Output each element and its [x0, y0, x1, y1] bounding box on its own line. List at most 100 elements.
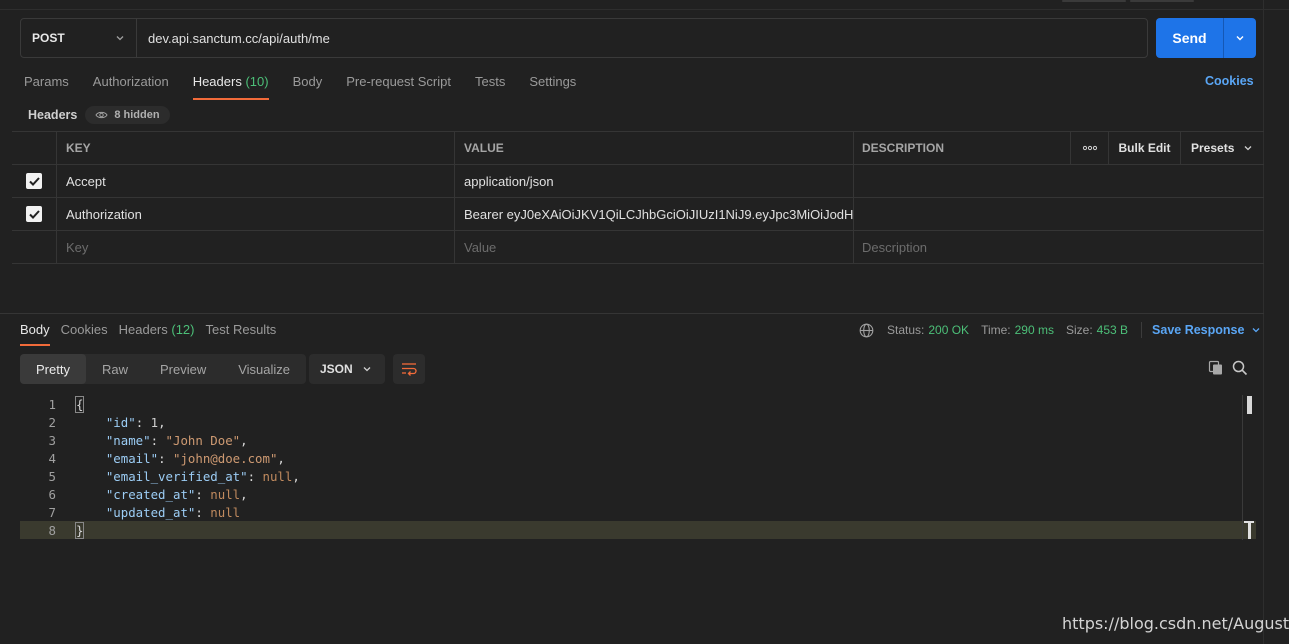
- eye-icon: [95, 111, 108, 119]
- table-row: Authorization Bearer eyJ0eXAiOiJKV1QiLCJ…: [12, 198, 1264, 231]
- new-value-input[interactable]: Value: [455, 231, 854, 263]
- presets-dropdown[interactable]: Presets: [1181, 132, 1264, 164]
- more-options-button[interactable]: [1071, 132, 1109, 164]
- hidden-headers-toggle[interactable]: 8 hidden: [85, 106, 170, 124]
- tab-authorization[interactable]: Authorization: [93, 70, 169, 100]
- bulk-edit-button[interactable]: Bulk Edit: [1109, 132, 1181, 164]
- size-value[interactable]: 453 B: [1097, 323, 1128, 337]
- format-label: JSON: [320, 362, 353, 376]
- save-response-label: Save Response: [1152, 323, 1245, 337]
- view-raw[interactable]: Raw: [86, 354, 144, 384]
- view-preview[interactable]: Preview: [144, 354, 222, 384]
- chevron-down-icon: [1244, 146, 1252, 151]
- response-body-editor[interactable]: 1{ 2 "id": 1, 3 "name": "John Doe", 4 "e…: [20, 395, 1256, 539]
- check-icon: [28, 176, 40, 186]
- code-line-current: 8}: [20, 521, 1256, 539]
- send-button[interactable]: Send: [1156, 18, 1223, 58]
- view-pretty[interactable]: Pretty: [20, 354, 86, 384]
- tab-body[interactable]: Body: [293, 70, 323, 100]
- header-description-cell[interactable]: [854, 165, 1264, 197]
- send-options-button[interactable]: [1223, 18, 1256, 58]
- new-key-input[interactable]: Key: [57, 231, 455, 263]
- line-number: 7: [48, 504, 56, 520]
- url-input[interactable]: dev.api.sanctum.cc/api/auth/me: [137, 19, 1147, 57]
- tab-params[interactable]: Params: [24, 70, 69, 100]
- chevron-down-icon: [1236, 36, 1244, 41]
- line-number: 8: [48, 522, 56, 538]
- chevron-down-icon: [1252, 328, 1260, 333]
- header-description-cell[interactable]: [854, 198, 1264, 230]
- headers-section-title: Headers: [28, 108, 78, 122]
- code-line: 7 "updated_at": null: [20, 503, 1256, 521]
- empty-checkbox-cell: [12, 231, 57, 263]
- code-line: 4 "email": "john@doe.com",: [20, 449, 1256, 467]
- wrap-lines-button[interactable]: [393, 354, 425, 384]
- code-text: "email_verified_at": null,: [105, 468, 300, 484]
- line-number: 4: [48, 450, 56, 466]
- tab-test-results[interactable]: Test Results: [206, 318, 277, 346]
- row-checkbox[interactable]: [12, 198, 57, 230]
- status-value[interactable]: 200 OK: [928, 323, 969, 337]
- more-horizontal-icon: [1082, 145, 1097, 151]
- globe-icon[interactable]: [859, 323, 874, 338]
- header-value-cell[interactable]: Bearer eyJ0eXAiOiJKV1QiLCJhbGciOiJIUzI1N…: [455, 198, 854, 230]
- code-line: 2 "id": 1,: [20, 413, 1256, 431]
- tab-response-headers[interactable]: Headers (12): [119, 318, 195, 346]
- tab-headers[interactable]: Headers (10): [192, 70, 269, 100]
- response-tabs: Body Cookies Headers (12) Test Results: [20, 318, 287, 346]
- method-select[interactable]: POST: [21, 19, 137, 57]
- presets-label: Presets: [1191, 141, 1235, 155]
- table-row: Accept application/json: [12, 165, 1264, 198]
- line-number: 5: [48, 468, 56, 484]
- search-icon[interactable]: [1232, 360, 1248, 376]
- tab-response-cookies[interactable]: Cookies: [61, 318, 108, 346]
- separator: [1141, 322, 1143, 338]
- new-header-row: Key Value Description: [12, 231, 1264, 264]
- watermark: https://blog.csdn.net/AugustDY: [1062, 614, 1289, 633]
- editor-scrollbar-thumb[interactable]: [1247, 396, 1252, 414]
- headers-table: KEY VALUE DESCRIPTION Bulk Edit Presets …: [12, 131, 1264, 264]
- open-brace: {: [74, 395, 85, 413]
- chevron-down-icon: [116, 36, 124, 41]
- line-number: 1: [48, 396, 56, 412]
- url-bar: POST dev.api.sanctum.cc/api/auth/me: [20, 18, 1148, 58]
- send-button-group: Send: [1156, 18, 1256, 58]
- status-label: Status:: [887, 323, 925, 337]
- code-text: "name": "John Doe",: [105, 432, 248, 448]
- size-label: Size:: [1065, 323, 1093, 337]
- code-text: }: [74, 521, 85, 539]
- close-brace: }: [74, 521, 85, 539]
- headers-section-header: Headers 8 hidden: [28, 106, 170, 124]
- response-status-bar: Status: 200 OK Time: 290 ms Size: 453 B …: [859, 322, 1262, 338]
- header-value-cell[interactable]: application/json: [455, 165, 854, 197]
- tab-pre-request-script[interactable]: Pre-request Script: [346, 70, 451, 100]
- time-label: Time:: [981, 323, 1011, 337]
- row-checkbox[interactable]: [12, 165, 57, 197]
- copy-icon[interactable]: [1208, 360, 1224, 376]
- column-header-value: VALUE: [455, 132, 854, 164]
- top-tab-fragment: [1130, 0, 1194, 2]
- table-header-row: KEY VALUE DESCRIPTION Bulk Edit Presets: [12, 132, 1264, 165]
- pane-divider[interactable]: [0, 313, 1264, 314]
- new-description-input[interactable]: Description: [854, 231, 1264, 263]
- header-key-cell[interactable]: Accept: [57, 165, 455, 197]
- code-line: 5 "email_verified_at": null,: [20, 467, 1256, 485]
- checkbox-checked: [26, 206, 42, 222]
- view-visualize[interactable]: Visualize: [222, 354, 306, 384]
- view-mode-switcher: Pretty Raw Preview Visualize: [20, 354, 307, 384]
- tab-response-body[interactable]: Body: [20, 318, 50, 346]
- format-select[interactable]: JSON: [309, 354, 385, 384]
- hidden-headers-label: 8 hidden: [114, 109, 160, 121]
- tab-settings[interactable]: Settings: [529, 70, 576, 100]
- time-value[interactable]: 290 ms: [1015, 323, 1054, 337]
- column-header-description: DESCRIPTION: [854, 132, 1071, 164]
- cookies-link[interactable]: Cookies: [1205, 74, 1254, 88]
- checkbox-checked: [26, 173, 42, 189]
- editor-scroll-track[interactable]: [1242, 395, 1243, 540]
- line-number: 2: [48, 414, 56, 430]
- save-response-button[interactable]: Save Response: [1152, 323, 1262, 337]
- header-key-cell[interactable]: Authorization: [57, 198, 455, 230]
- code-text: {: [74, 395, 85, 413]
- text-cursor-icon: [1244, 521, 1254, 539]
- tab-tests[interactable]: Tests: [475, 70, 505, 100]
